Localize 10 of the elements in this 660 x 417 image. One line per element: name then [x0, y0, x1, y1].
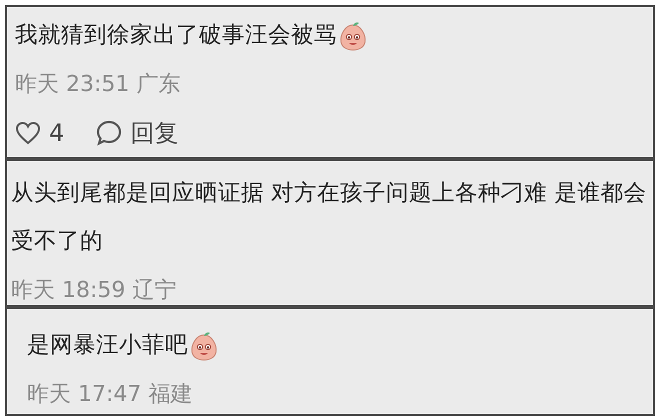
comment-text: 我就猜到徐家出了破事汪会被骂 — [15, 22, 337, 48]
comment-text: 从头到尾都是回应晒证据 对方在孩子问题上各种刁难 是谁都会受不了的 — [11, 180, 646, 254]
comment-meta: 昨天 23:51 广东 — [15, 71, 180, 99]
like-button[interactable]: 4 — [15, 119, 64, 147]
speech-bubble-icon — [96, 120, 122, 146]
comment-text: 是网暴汪小菲吧 — [27, 332, 188, 358]
comment-meta: 昨天 17:47 福建 — [27, 381, 192, 409]
heart-icon — [15, 121, 41, 145]
reply-button[interactable]: 回复 — [96, 119, 178, 147]
comment-meta: 昨天 18:59 辽宁 — [11, 277, 176, 305]
